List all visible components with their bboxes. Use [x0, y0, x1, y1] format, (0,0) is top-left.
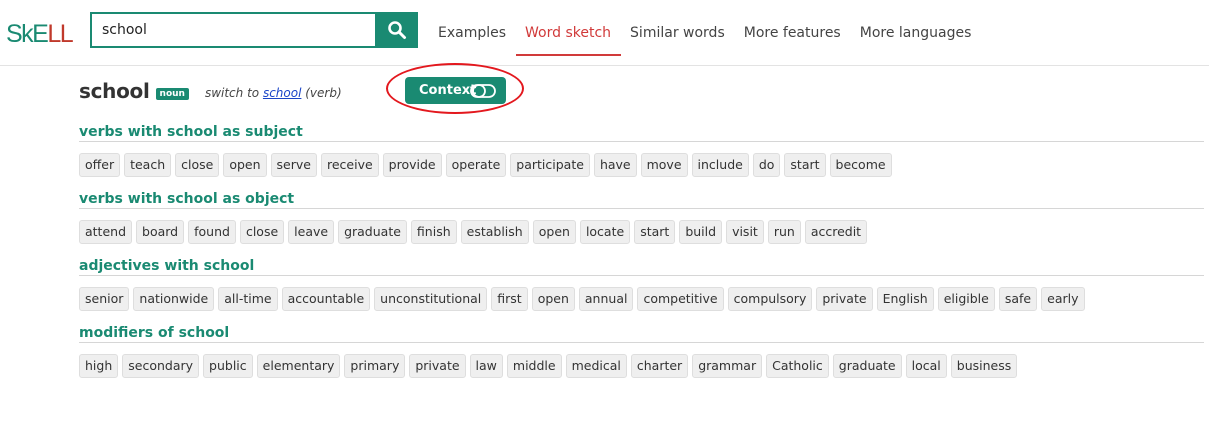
- collocate-chip[interactable]: charter: [630, 354, 689, 378]
- collocate-chip[interactable]: business: [950, 354, 1018, 378]
- collocate-list: senior nationwide all-time accountable uncon…: [79, 287, 1204, 311]
- collocate-chip[interactable]: medical: [565, 354, 627, 378]
- collocate-chip[interactable]: close: [175, 153, 220, 177]
- collocate-chip[interactable]: accountable: [281, 287, 371, 311]
- nav-item-similar-words[interactable]: Similar words: [621, 12, 735, 56]
- nav-item-more-languages[interactable]: More languages: [851, 12, 982, 56]
- collocate-chip[interactable]: attend: [79, 220, 133, 244]
- collocate-chip[interactable]: eligible: [937, 287, 995, 311]
- collocate-chip[interactable]: Catholic: [766, 354, 829, 378]
- collocate-chip[interactable]: law: [469, 354, 503, 378]
- collocate-chip[interactable]: accredit: [804, 220, 868, 244]
- collocate-chip[interactable]: move: [640, 153, 688, 177]
- context-label: Context: [419, 83, 477, 98]
- collocate-chip[interactable]: graduate: [338, 220, 407, 244]
- collocate-chip[interactable]: senior: [79, 287, 130, 311]
- collocate-chip[interactable]: primary: [344, 354, 406, 378]
- collocate-chip[interactable]: public: [203, 354, 253, 378]
- collocation-sections: verbs with school as subject offer teach cl…: [79, 122, 1204, 378]
- logo-ll: LL: [47, 20, 73, 48]
- collocate-chip[interactable]: teach: [124, 153, 172, 177]
- switch-pos-text: switch to school (verb): [205, 86, 342, 100]
- collocate-chip[interactable]: middle: [506, 354, 562, 378]
- collocate-chip[interactable]: high: [79, 354, 119, 378]
- collocate-chip[interactable]: build: [679, 220, 723, 244]
- collocate-chip[interactable]: run: [767, 220, 801, 244]
- collocate-chip[interactable]: serve: [270, 153, 317, 177]
- collocate-chip[interactable]: open: [532, 220, 576, 244]
- section-title: adjectives with school: [79, 256, 1204, 276]
- collocate-chip[interactable]: board: [136, 220, 185, 244]
- collocate-chip[interactable]: do: [752, 153, 781, 177]
- collocate-chip[interactable]: nationwide: [133, 287, 215, 311]
- headword-row: school noun switch to school (verb) Cont…: [79, 63, 1204, 114]
- collocate-chip[interactable]: have: [593, 153, 637, 177]
- collocate-chip[interactable]: secondary: [122, 354, 200, 378]
- collocate-chip[interactable]: private: [816, 287, 873, 311]
- collocate-chip[interactable]: English: [876, 287, 934, 311]
- collocate-chip[interactable]: safe: [998, 287, 1038, 311]
- collocate-list: offer teach close open serve receive provide op…: [79, 153, 1204, 177]
- collocate-chip[interactable]: elementary: [256, 354, 341, 378]
- collocate-chip[interactable]: start: [634, 220, 676, 244]
- search-icon: [387, 21, 406, 39]
- main-nav: Examples Word sketch Similar words More fea…: [438, 12, 981, 56]
- collocate-chip[interactable]: establish: [460, 220, 529, 244]
- switch-prefix: switch to: [204, 86, 263, 100]
- toggle-icon: [470, 84, 496, 98]
- collocate-chip[interactable]: graduate: [832, 354, 902, 378]
- collocate-chip[interactable]: finish: [410, 220, 457, 244]
- nav-item-examples[interactable]: Examples: [438, 12, 516, 56]
- collocate-list: attend board found close leave graduate finish…: [79, 220, 1204, 244]
- pos-badge: noun: [155, 87, 189, 100]
- search-button[interactable]: [375, 12, 418, 48]
- collocate-chip[interactable]: open: [223, 153, 267, 177]
- collocate-chip[interactable]: open: [531, 287, 575, 311]
- collocate-chip[interactable]: leave: [288, 220, 335, 244]
- logo[interactable]: SkELL: [6, 20, 74, 49]
- collocate-chip[interactable]: first: [491, 287, 528, 311]
- collocate-chip[interactable]: annual: [578, 287, 634, 311]
- nav-item-more-features[interactable]: More features: [735, 12, 851, 56]
- switch-suffix: (verb): [301, 86, 342, 100]
- collocate-chip[interactable]: early: [1041, 287, 1085, 311]
- collocate-chip[interactable]: locate: [579, 220, 631, 244]
- logo-sk: SkE: [6, 20, 49, 48]
- collocate-chip[interactable]: receive: [320, 153, 379, 177]
- context-toggle-button[interactable]: Context: [405, 77, 506, 104]
- collocate-chip[interactable]: provide: [382, 153, 442, 177]
- collocate-chip[interactable]: start: [784, 153, 826, 177]
- collocate-chip[interactable]: competitive: [637, 287, 724, 311]
- collocate-chip[interactable]: grammar: [692, 354, 763, 378]
- collocate-chip[interactable]: local: [905, 354, 947, 378]
- collocate-chip[interactable]: unconstitutional: [374, 287, 488, 311]
- collocate-chip[interactable]: close: [239, 220, 285, 244]
- collocate-chip[interactable]: include: [691, 153, 749, 177]
- collocate-chip[interactable]: offer: [79, 153, 121, 177]
- collocate-chip[interactable]: compulsory: [727, 287, 813, 311]
- collocate-chip[interactable]: private: [409, 354, 466, 378]
- section-title: verbs with school as object: [79, 189, 1204, 209]
- collocate-list: high secondary public elementary primary priv…: [79, 354, 1204, 378]
- nav-item-word-sketch[interactable]: Word sketch: [516, 12, 622, 56]
- section-title: modifiers of school: [79, 323, 1204, 343]
- section-title: verbs with school as subject: [79, 122, 1204, 142]
- collocate-chip[interactable]: visit: [726, 220, 764, 244]
- search-input[interactable]: [90, 12, 377, 48]
- collocate-chip[interactable]: become: [829, 153, 892, 177]
- switch-pos-link[interactable]: school: [263, 86, 301, 100]
- word-sketch-panel: school noun switch to school (verb) Cont…: [79, 63, 1204, 378]
- top-bar: SkELL ExamplesWord sketchSimilar wordsMo…: [0, 0, 1209, 66]
- collocate-chip[interactable]: all-time: [218, 287, 278, 311]
- collocate-chip[interactable]: operate: [445, 153, 507, 177]
- collocate-chip[interactable]: participate: [510, 153, 590, 177]
- collocate-chip[interactable]: found: [188, 220, 236, 244]
- headword: school: [79, 79, 150, 103]
